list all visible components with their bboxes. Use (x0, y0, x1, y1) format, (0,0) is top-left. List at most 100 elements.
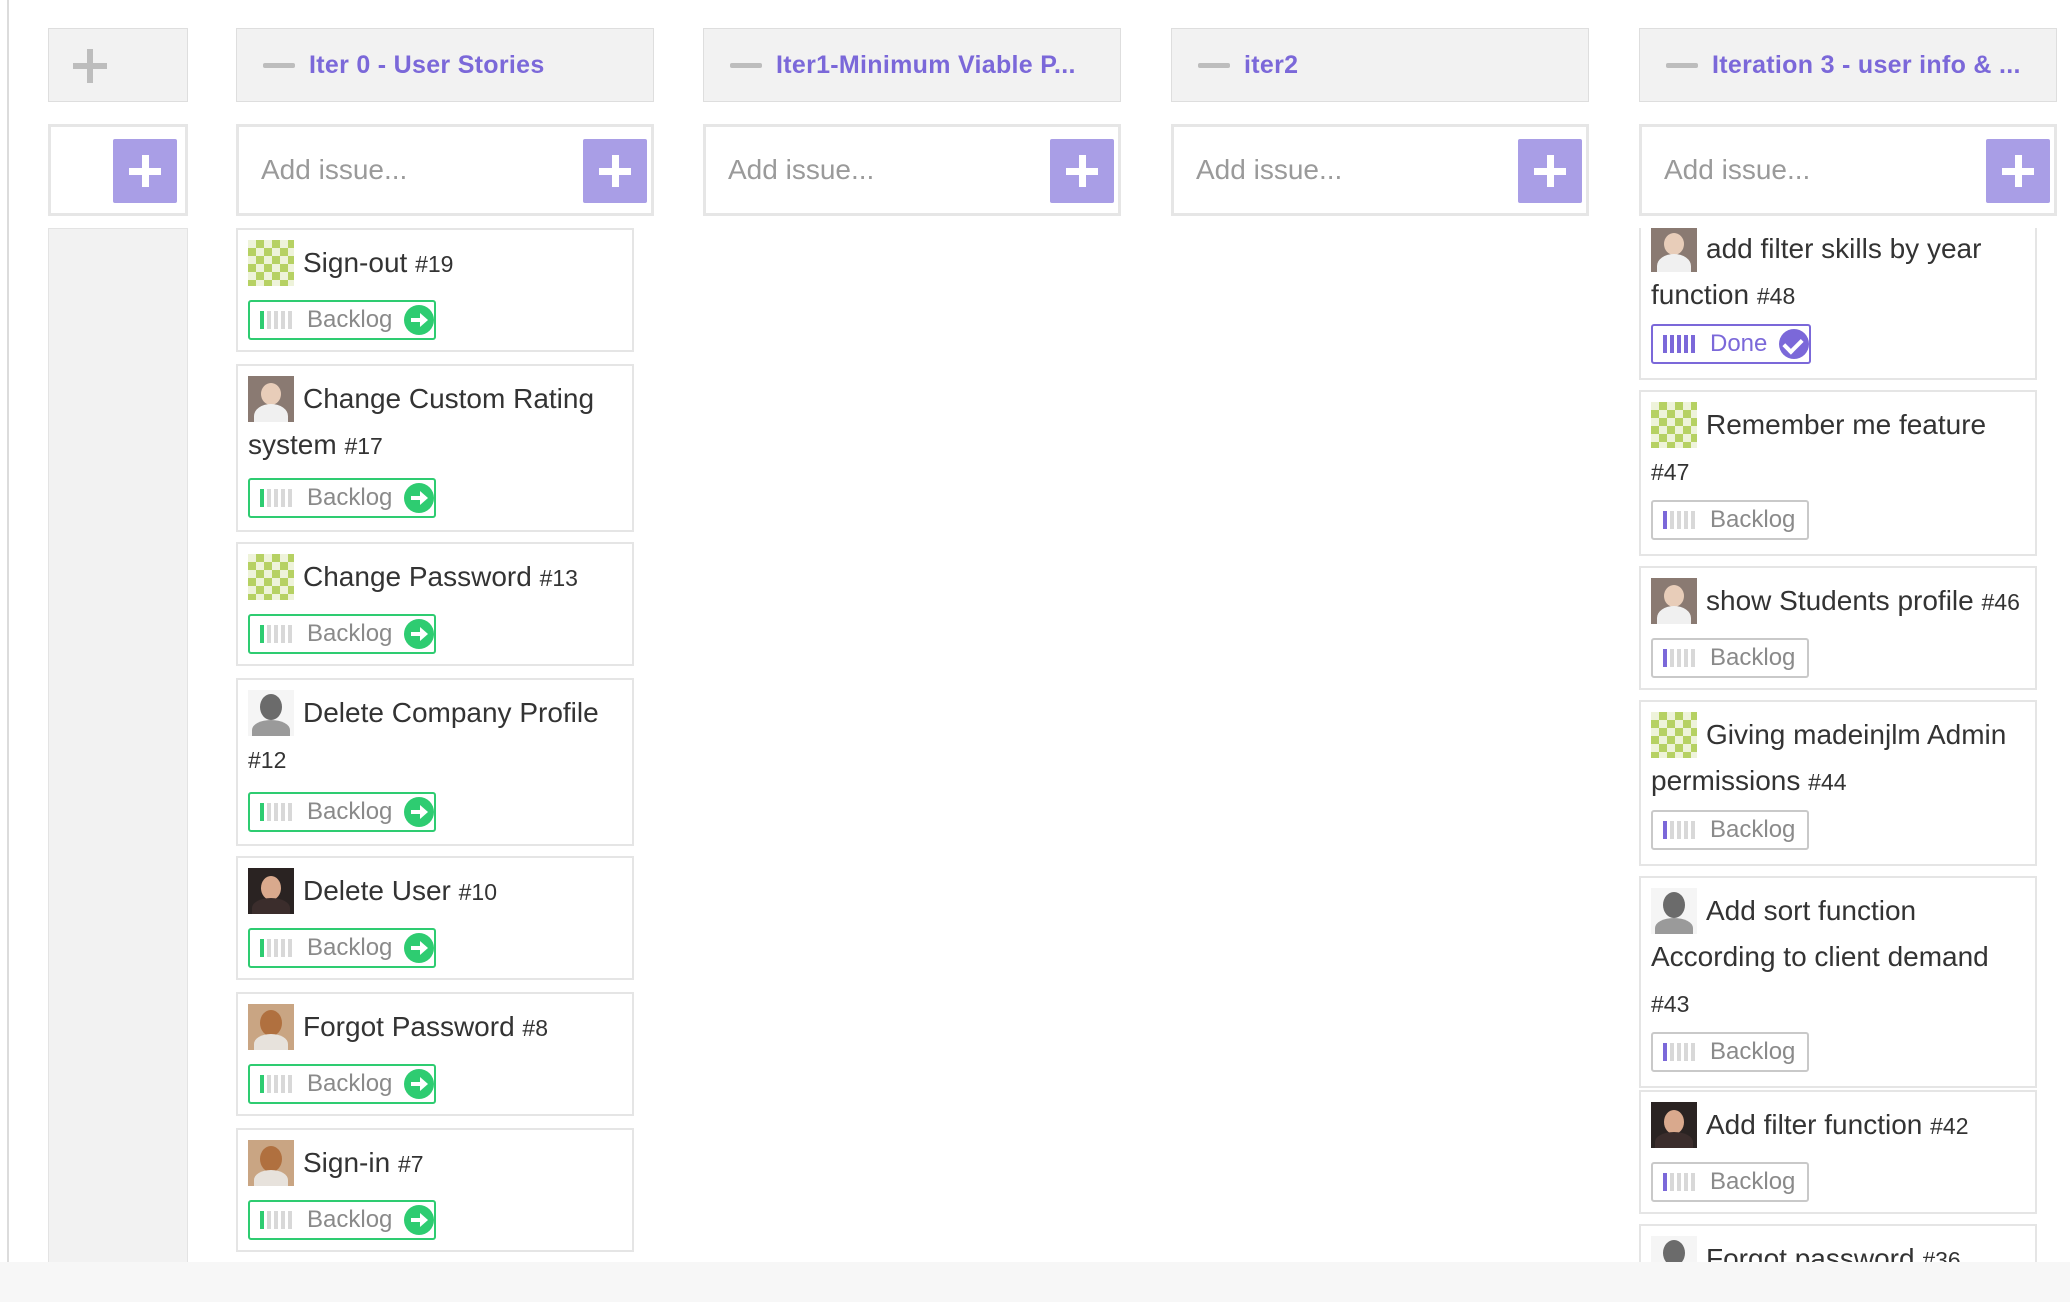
add-issue-input[interactable] (1642, 127, 1962, 213)
add-issue-button[interactable] (1518, 139, 1582, 203)
column-header[interactable]: Iter1-Minimum Viable P... (703, 28, 1121, 102)
issue-title: Change Password (303, 561, 532, 592)
status-badge[interactable]: Done (1651, 324, 1812, 364)
issue-card[interactable]: Sign-out #19 Backlog (236, 228, 634, 352)
avatar (1651, 888, 1697, 934)
status-label: Backlog (307, 1070, 393, 1097)
issue-list: add filter skills by year function #48 D… (1639, 228, 2059, 1272)
issue-title: Delete User (303, 875, 451, 906)
issue-title: show Students profile (1706, 585, 1974, 616)
column-title: Iteration 3 - user info & ... (1712, 50, 2021, 79)
issue-number: #13 (539, 565, 578, 591)
issue-card[interactable]: show Students profile #46 Backlog (1639, 566, 2037, 690)
status-badge[interactable]: Backlog (248, 1200, 437, 1240)
minus-icon[interactable] (730, 62, 762, 68)
column-title: Iter 0 - User Stories (309, 50, 545, 79)
minus-icon[interactable] (1666, 62, 1698, 68)
status-label: Backlog (307, 484, 393, 511)
column-title: Iter1-Minimum Viable P... (776, 50, 1076, 79)
add-issue-button[interactable] (1986, 139, 2050, 203)
issue-number: #17 (344, 433, 383, 459)
issue-card[interactable]: Remember me feature #47 Backlog (1639, 390, 2037, 556)
column-header[interactable]: iter2 (1171, 28, 1589, 102)
avatar (1651, 1102, 1697, 1148)
arrow-right-circle-icon[interactable] (404, 797, 435, 827)
avatar (248, 240, 294, 286)
status-badge[interactable]: Backlog (248, 792, 437, 832)
status-label: Backlog (1710, 1038, 1796, 1065)
arrow-right-circle-icon[interactable] (404, 619, 435, 649)
status-label: Backlog (1710, 1168, 1796, 1195)
status-badge[interactable]: Backlog (248, 1064, 437, 1104)
add-issue-button[interactable] (583, 139, 647, 203)
issue-title: Sign-in (303, 1147, 391, 1178)
status-badge[interactable]: Backlog (1651, 638, 1810, 678)
arrow-right-circle-icon[interactable] (404, 1205, 435, 1235)
status-label: Backlog (1710, 644, 1796, 671)
minus-icon[interactable] (263, 62, 295, 68)
add-column-button[interactable] (48, 28, 188, 102)
status-label: Backlog (307, 798, 393, 825)
issue-title: Forgot Password (303, 1011, 515, 1042)
status-label: Backlog (1710, 816, 1796, 843)
status-badge[interactable]: Backlog (248, 478, 437, 518)
issue-title: Add filter function (1706, 1109, 1923, 1140)
issue-card[interactable]: Sign-in #7 Backlog (236, 1128, 634, 1252)
add-issue-input[interactable] (1174, 127, 1494, 213)
issue-card[interactable]: Add filter function #42 Backlog (1639, 1090, 2037, 1214)
issue-number: #10 (458, 879, 497, 905)
issue-title: add filter skills by year function (1651, 233, 1982, 310)
status-badge[interactable]: Backlog (248, 300, 437, 340)
issue-title: Delete Company Profile (303, 697, 599, 728)
arrow-right-circle-icon[interactable] (404, 1069, 435, 1099)
issue-list: Sign-out #19 Backlog Change Custom Ratin… (236, 228, 656, 1272)
status-badge[interactable]: Backlog (1651, 1162, 1810, 1202)
bottom-bar (0, 1262, 2070, 1302)
issue-number: #44 (1808, 769, 1847, 795)
add-issue-button[interactable] (1050, 139, 1114, 203)
add-issue-row (1639, 124, 2057, 216)
issue-number: #8 (522, 1015, 549, 1041)
issue-title: Add sort function According to client de… (1651, 895, 1989, 972)
issue-number: #48 (1756, 283, 1796, 309)
issue-card[interactable]: Delete User #10 Backlog (236, 856, 634, 980)
issue-card[interactable]: Delete Company Profile #12 Backlog (236, 678, 634, 846)
status-label: Done (1710, 330, 1768, 357)
issue-card[interactable]: Change Custom Rating system #17 Backlog (236, 364, 634, 532)
avatar (248, 1004, 294, 1050)
issue-card[interactable]: Forgot Password #8 Backlog (236, 992, 634, 1116)
new-column-add-row (48, 124, 188, 216)
add-issue-input[interactable] (706, 127, 1026, 213)
issue-number: #46 (1981, 589, 2020, 615)
status-label: Backlog (307, 620, 393, 647)
issue-title: Change Custom Rating system (248, 383, 595, 460)
issue-number: #42 (1930, 1113, 1969, 1139)
issue-card[interactable]: Giving madeinjlm Admin permissions #44 B… (1639, 700, 2037, 866)
add-issue-button[interactable] (113, 139, 177, 203)
column-header[interactable]: Iter 0 - User Stories (236, 28, 654, 102)
board-left-border (7, 0, 9, 1262)
issue-card[interactable]: Add sort function According to client de… (1639, 876, 2037, 1088)
status-badge[interactable]: Backlog (248, 928, 437, 968)
status-badge[interactable]: Backlog (1651, 500, 1810, 540)
arrow-right-circle-icon[interactable] (404, 483, 435, 513)
avatar (248, 868, 294, 914)
status-badge[interactable]: Backlog (1651, 810, 1810, 850)
status-badge[interactable]: Backlog (1651, 1032, 1810, 1072)
check-circle-icon (1779, 329, 1810, 359)
issue-card[interactable]: Change Password #13 Backlog (236, 542, 634, 666)
arrow-right-circle-icon[interactable] (404, 305, 435, 335)
issue-number: #47 (1651, 459, 1690, 485)
avatar (1651, 578, 1697, 624)
column-header[interactable]: Iteration 3 - user info & ... (1639, 28, 2057, 102)
add-issue-row (703, 124, 1121, 216)
issue-number: #7 (397, 1151, 424, 1177)
add-issue-input[interactable] (239, 127, 559, 213)
arrow-right-circle-icon[interactable] (404, 933, 435, 963)
issue-card[interactable]: add filter skills by year function #48 D… (1639, 228, 2037, 380)
issue-number: #12 (248, 747, 287, 773)
status-badge[interactable]: Backlog (248, 614, 437, 654)
minus-icon[interactable] (1198, 62, 1230, 68)
status-label: Backlog (307, 934, 393, 961)
avatar (248, 554, 294, 600)
